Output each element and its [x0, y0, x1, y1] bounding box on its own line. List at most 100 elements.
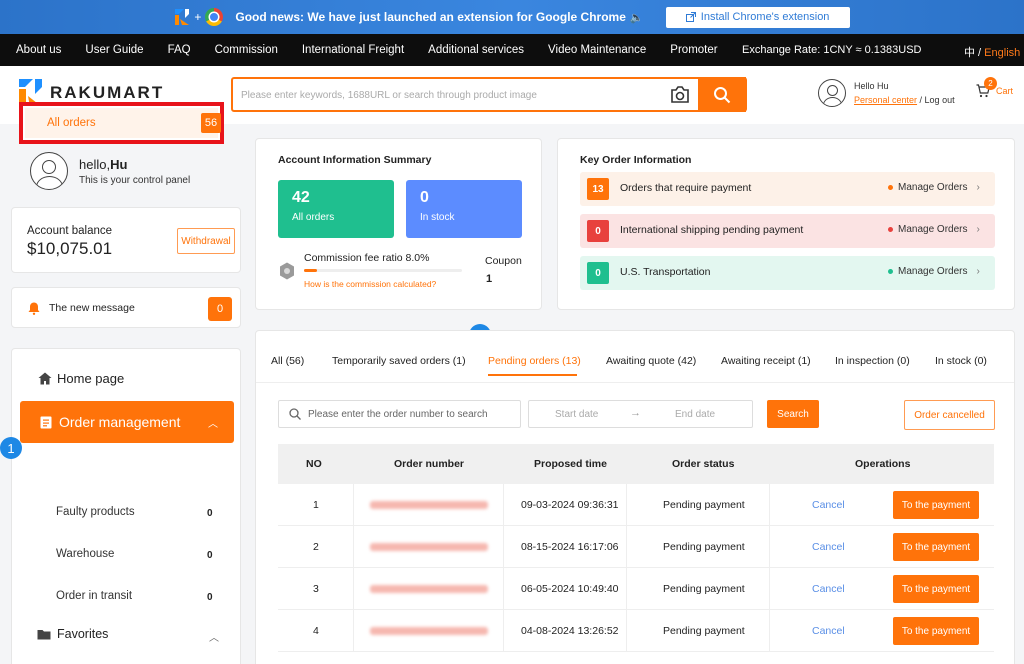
column-divider	[626, 484, 627, 526]
lang-en[interactable]: English	[984, 47, 1020, 59]
cart-count-badge: 2	[984, 77, 997, 90]
coupon-value[interactable]: 1	[486, 273, 492, 285]
chevron-right-icon: ›	[976, 266, 980, 277]
search-button[interactable]	[698, 77, 746, 112]
key-order-title: Key Order Information	[580, 154, 692, 166]
camera-icon[interactable]	[669, 85, 691, 105]
tab-temporarily-saved[interactable]: Temporarily saved orders (1)	[332, 355, 466, 367]
row-status: Pending payment	[663, 583, 745, 595]
balance-label: Account balance	[27, 225, 113, 237]
install-extension-button[interactable]: Install Chrome's extension	[665, 6, 850, 28]
row-status: Pending payment	[663, 499, 745, 511]
sidebar-item-home[interactable]: Home page	[38, 371, 124, 386]
new-message-card[interactable]: The new message 0	[11, 287, 241, 328]
redacted-order-number	[370, 543, 488, 551]
sidebar-item-order-in-transit[interactable]: Order in transit	[56, 590, 132, 602]
tab-awaiting-quote[interactable]: Awaiting quote (42)	[606, 355, 696, 367]
manage-orders-label: Manage Orders	[898, 224, 968, 235]
avatar[interactable]	[818, 79, 846, 107]
order-search-button[interactable]: Search	[767, 400, 819, 428]
language-switch[interactable]: 中 / English	[964, 44, 1020, 60]
chevron-up-icon: ︿	[208, 419, 218, 430]
date-range-picker[interactable]: Start date → End date	[528, 400, 753, 428]
cancel-order-link[interactable]: Cancel	[812, 541, 845, 553]
nav-user-guide[interactable]: User Guide	[85, 44, 143, 56]
new-message-count: 0	[208, 297, 232, 321]
sidebar-item-all-orders[interactable]: All orders 56	[19, 102, 224, 144]
column-divider	[503, 610, 504, 652]
lang-separator: /	[975, 47, 985, 59]
status-dot	[888, 227, 893, 232]
sidebar-item-faulty-products[interactable]: Faulty products	[56, 506, 135, 518]
speaker-icon: 🔈	[629, 11, 644, 24]
commission-link[interactable]: How is the commission calculated?	[304, 279, 436, 289]
search-input[interactable]	[241, 84, 661, 106]
manage-orders-label: Manage Orders	[898, 266, 968, 277]
exchange-rate: Exchange Rate: 1CNY ≈ 0.1383USD	[742, 44, 922, 56]
status-dot	[888, 185, 893, 190]
cart-button[interactable]: 2 Cart	[976, 77, 1013, 98]
rakumart-logo-icon	[174, 8, 190, 26]
column-divider	[769, 610, 770, 652]
tab-awaiting-receipt[interactable]: Awaiting receipt (1)	[721, 355, 811, 367]
external-link-icon	[685, 12, 696, 22]
tab-pending-orders[interactable]: Pending orders (13)	[488, 355, 581, 367]
nav-additional-services[interactable]: Additional services	[428, 44, 524, 56]
in-stock-tile-label: In stock	[420, 212, 455, 223]
manage-orders-link[interactable]: Manage Orders ›	[888, 266, 980, 277]
table-row: 2 08-15-2024 16:17:06 Pending payment Ca…	[278, 526, 994, 568]
cancel-order-link[interactable]: Cancel	[812, 625, 845, 637]
all-orders-number: 42	[292, 189, 310, 206]
col-proposed-time: Proposed time	[534, 458, 607, 470]
tab-in-stock[interactable]: In stock (0)	[935, 355, 987, 367]
tab-all[interactable]: All (56)	[271, 355, 304, 367]
tab-in-inspection[interactable]: In inspection (0)	[835, 355, 910, 367]
summary-title: Account Information Summary	[278, 154, 432, 166]
chevron-up-icon[interactable]: ︿	[209, 629, 219, 644]
lang-zh[interactable]: 中	[964, 47, 975, 59]
all-orders-tile[interactable]: 42 All orders	[278, 180, 394, 238]
nav-promoter[interactable]: Promoter	[670, 44, 717, 56]
end-date-input[interactable]: End date	[675, 409, 715, 420]
faulty-products-count: 0	[207, 508, 213, 519]
nav-commission[interactable]: Commission	[215, 44, 278, 56]
coupon-label: Coupon	[485, 255, 522, 267]
key-order-card: Key Order Information 13 Orders that req…	[557, 138, 1015, 310]
personal-center-link[interactable]: Personal center	[854, 95, 917, 105]
nav-faq[interactable]: FAQ	[168, 44, 191, 56]
all-orders-count: 56	[201, 113, 221, 133]
to-payment-button[interactable]: To the payment	[893, 533, 979, 561]
key-order-label: Orders that require payment	[620, 182, 752, 194]
in-stock-tile[interactable]: 0 In stock	[406, 180, 522, 238]
withdrawal-button[interactable]: Withdrawal	[177, 228, 235, 254]
search-icon	[289, 408, 301, 420]
to-payment-button[interactable]: To the payment	[893, 617, 979, 645]
manage-orders-link[interactable]: Manage Orders ›	[888, 182, 980, 193]
row-no: 4	[313, 625, 319, 637]
cancel-order-link[interactable]: Cancel	[812, 499, 845, 511]
medal-icon	[279, 262, 295, 280]
column-divider	[503, 484, 504, 526]
new-message-label: The new message	[49, 302, 135, 314]
all-orders-tile-label: All orders	[292, 212, 335, 223]
account-balance-card: Account balance $10,075.01 Withdrawal	[11, 207, 241, 273]
sidebar-item-favorites[interactable]: Favorites	[37, 627, 108, 641]
favorites-label: Favorites	[57, 627, 109, 641]
nav-international-freight[interactable]: International Freight	[302, 44, 404, 56]
nav-video-maintenance[interactable]: Video Maintenance	[548, 44, 646, 56]
sidebar-item-warehouse[interactable]: Warehouse	[56, 548, 114, 560]
to-payment-button[interactable]: To the payment	[893, 491, 979, 519]
sidebar-item-order-management[interactable]: Order management ︿	[20, 401, 234, 443]
logout-link[interactable]: / Log out	[917, 95, 955, 105]
header-hello: Hello Hu	[854, 81, 889, 91]
order-search-input[interactable]	[308, 406, 513, 422]
cancel-order-link[interactable]: Cancel	[812, 583, 845, 595]
start-date-input[interactable]: Start date	[555, 409, 598, 420]
nav-about-us[interactable]: About us	[16, 44, 61, 56]
order-cancelled-button[interactable]: Order cancelled	[904, 400, 995, 430]
commission-ratio-text: Commission fee ratio 8.0%	[304, 252, 430, 264]
column-divider	[769, 526, 770, 568]
chrome-logo-icon	[205, 8, 224, 26]
manage-orders-link[interactable]: Manage Orders ›	[888, 224, 980, 235]
to-payment-button[interactable]: To the payment	[893, 575, 979, 603]
